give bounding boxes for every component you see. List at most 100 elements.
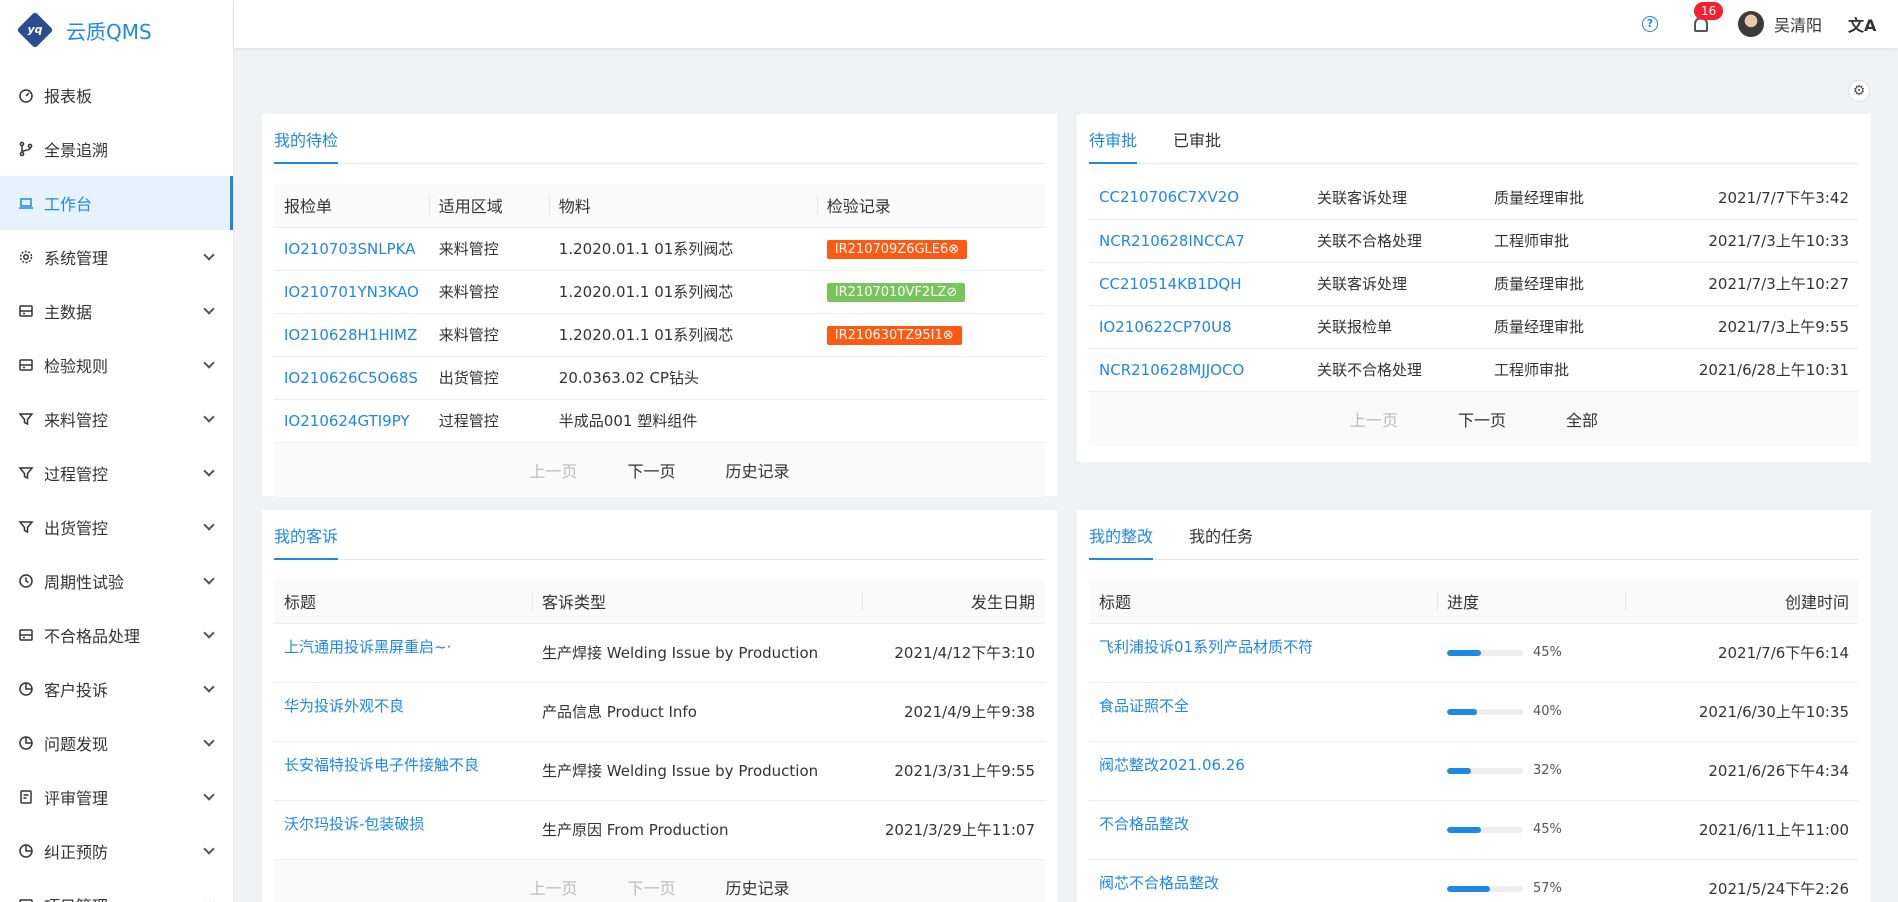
inspection-no-link[interactable]: IO210628H1HIMZ [274, 313, 429, 357]
sidebar-item[interactable]: 客户投诉 [0, 662, 233, 716]
next-page-button[interactable]: 下一页 [1458, 407, 1506, 431]
rectification-title-link[interactable]: 飞利浦投诉01系列产品材质不符 [1089, 623, 1437, 683]
sidebar-item[interactable]: 过程管控 [0, 446, 233, 500]
sidebar-item[interactable]: 全景追溯 [0, 122, 233, 176]
app-title: 云质QMS [66, 19, 152, 44]
approval-no-link[interactable]: CC210514KB1DQH [1089, 262, 1307, 306]
sidebar-item[interactable]: 不合格品处理 [0, 608, 233, 662]
tab-my-complaints[interactable]: 我的客诉 [274, 523, 339, 560]
column-header: 客诉类型 [532, 580, 862, 624]
rectifications-tabs: 我的整改 我的任务 [1089, 510, 1859, 560]
progress-label: 57% [1533, 881, 1562, 896]
next-page-button[interactable]: 下一页 [627, 458, 675, 482]
sidebar-item[interactable]: 系统管理 [0, 230, 233, 284]
sidebar-menu: 报表板 全景追溯 工作台 系统管理 主数据 检验规则 来料管控 过程管控 出货管… [0, 68, 233, 902]
column-header: 创建时间 [1625, 580, 1859, 624]
database-icon [18, 303, 34, 319]
table-row: 食品证照不全 40% 2021/6/30上午10:35 [1089, 682, 1859, 742]
sidebar-item[interactable]: 来料管控 [0, 392, 233, 446]
table-row: IO210703SNLPKA 来料管控 1.2020.01.1 01系列阀芯 I… [274, 227, 1045, 271]
history-button[interactable]: 历史记录 [726, 875, 790, 899]
filter-icon [18, 411, 34, 427]
inspection-no-link[interactable]: IO210624GTI9PY [274, 399, 429, 443]
sidebar-item[interactable]: 项目管理 [0, 878, 233, 902]
column-header: 报检单 [274, 184, 429, 228]
pie-icon [18, 735, 34, 751]
history-button[interactable]: 历史记录 [726, 458, 790, 482]
next-page-button[interactable]: 下一页 [627, 875, 675, 899]
approval-no-link[interactable]: IO210622CP70U8 [1089, 305, 1307, 349]
sidebar-item[interactable]: 工作台 [0, 176, 233, 230]
tab-approved[interactable]: 已审批 [1173, 127, 1221, 163]
tab-my-rectifications[interactable]: 我的整改 [1089, 523, 1154, 560]
approval-time-cell: 2021/7/3上午10:27 [1631, 262, 1859, 306]
inspection-no-link[interactable]: IO210626C5O68S [274, 356, 429, 400]
progress-bar [1447, 826, 1523, 833]
table-row: IO210701YN3KAO 来料管控 1.2020.01.1 01系列阀芯 I… [274, 270, 1045, 314]
complaint-type-cell: 生产原因 From Production [532, 800, 862, 860]
inspection-no-link[interactable]: IO210703SNLPKA [274, 227, 429, 271]
prev-page-button[interactable]: 上一页 [529, 458, 577, 482]
approval-no-link[interactable]: NCR210628MJJOCO [1089, 348, 1307, 392]
chevron-down-icon [203, 896, 215, 902]
sidebar-item-label: 纠正预防 [44, 843, 109, 862]
complaint-date-cell: 2021/3/29上午11:07 [862, 800, 1045, 860]
logo[interactable]: yq 云质QMS [0, 0, 233, 60]
approval-time-cell: 2021/6/28上午10:31 [1631, 348, 1859, 392]
tab-my-tasks[interactable]: 我的任务 [1189, 523, 1253, 559]
database-icon [18, 357, 34, 373]
complaint-title-link[interactable]: 上汽通用投诉黑屏重启~· [274, 623, 532, 683]
logo-mark-icon: yq [16, 11, 54, 49]
sidebar-item[interactable]: 周期性试验 [0, 554, 233, 608]
user-menu[interactable]: 吴清阳 [1738, 0, 1822, 48]
chevron-down-icon [203, 572, 215, 585]
complaint-type-cell: 生产焊接 Welding Issue by Production [532, 741, 862, 801]
approval-type-cell: 关联客诉处理 [1307, 176, 1484, 220]
complaint-title-link[interactable]: 华为投诉外观不良 [274, 682, 532, 742]
chevron-down-icon [203, 788, 215, 801]
complaint-title-link[interactable]: 沃尔玛投诉-包装破损 [274, 800, 532, 860]
progress-bar [1447, 708, 1523, 715]
chevron-down-icon [203, 734, 215, 747]
chevron-down-icon [203, 248, 215, 261]
table-row: NCR210628INCCA7 关联不合格处理 工程师审批 2021/7/3上午… [1089, 219, 1859, 263]
database-icon [18, 897, 34, 902]
sidebar-item[interactable]: 出货管控 [0, 500, 233, 554]
material-cell: 20.0363.02 CP钻头 [548, 356, 817, 400]
help-button[interactable]: ? [1642, 0, 1658, 48]
prev-page-button[interactable]: 上一页 [1350, 407, 1398, 431]
rectification-title-link[interactable]: 不合格品整改 [1089, 800, 1437, 860]
top-header: ? 吴清阳 文A [234, 0, 1898, 48]
table-row: IO210622CP70U8 关联报检单 质量经理审批 2021/7/3上午9:… [1089, 305, 1859, 349]
complaint-title-link[interactable]: 长安福特投诉电子件接触不良 [274, 741, 532, 801]
tab-pending-approval[interactable]: 待审批 [1089, 127, 1138, 164]
sidebar-item-label: 不合格品处理 [44, 627, 141, 646]
sidebar-item[interactable]: 评审管理 [0, 770, 233, 824]
approval-no-link[interactable]: CC210706C7XV2O [1089, 176, 1307, 220]
table-row: 华为投诉外观不良 产品信息 Product Info 2021/4/9上午9:3… [274, 682, 1045, 742]
inspection-no-link[interactable]: IO210701YN3KAO [274, 270, 429, 314]
approval-step-cell: 质量经理审批 [1484, 305, 1632, 349]
language-button[interactable]: 文A [1848, 0, 1876, 48]
sidebar-item[interactable]: 报表板 [0, 68, 233, 122]
inspection-record-tag[interactable]: IR210709Z6GLE6⊗ [826, 239, 968, 259]
approval-no-link[interactable]: NCR210628INCCA7 [1089, 219, 1307, 263]
prev-page-button[interactable]: 上一页 [529, 875, 577, 899]
sidebar-item[interactable]: 检验规则 [0, 338, 233, 392]
rectification-title-link[interactable]: 阀芯不合格品整改 [1089, 859, 1437, 902]
pie-icon [18, 843, 34, 859]
rectification-title-link[interactable]: 阀芯整改2021.06.26 [1089, 741, 1437, 801]
progress-fill [1447, 885, 1491, 892]
rectification-time-cell: 2021/6/30上午10:35 [1625, 682, 1859, 742]
sidebar-item[interactable]: 主数据 [0, 284, 233, 338]
table-row: 上汽通用投诉黑屏重启~· 生产焊接 Welding Issue by Produ… [274, 623, 1045, 683]
all-button[interactable]: 全部 [1566, 407, 1598, 431]
tab-pending-inspection[interactable]: 我的待检 [274, 127, 339, 164]
inspection-record-tag[interactable]: IR210630TZ95I1⊗ [826, 325, 962, 345]
layout-settings-button[interactable]: ⚙ [1848, 80, 1870, 102]
rectification-title-link[interactable]: 食品证照不全 [1089, 682, 1437, 742]
inspection-record-tag[interactable]: IR2107010VF2LZ⊘ [826, 282, 966, 302]
sidebar-item[interactable]: 问题发现 [0, 716, 233, 770]
sidebar-item[interactable]: 纠正预防 [0, 824, 233, 878]
avatar [1738, 11, 1764, 37]
